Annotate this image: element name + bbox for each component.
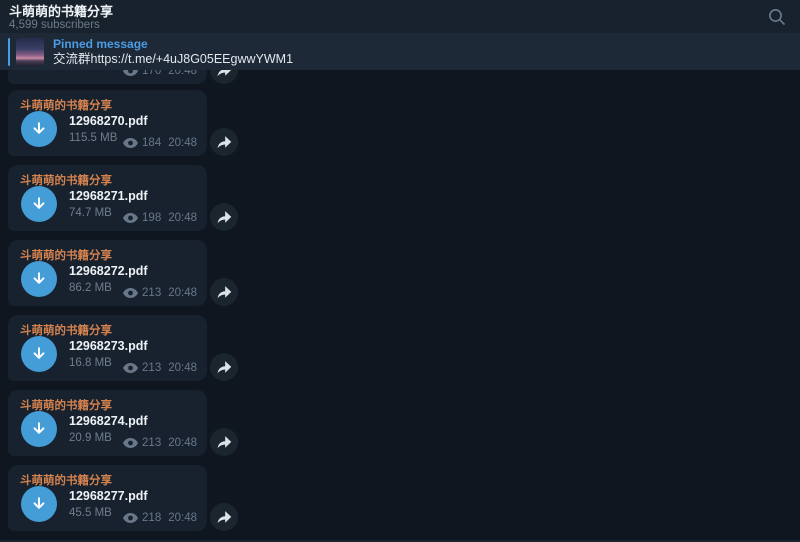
message-meta: 198 20:48 [123, 212, 197, 224]
file-name[interactable]: 12968271.pdf [69, 189, 148, 203]
channel-title: 斗萌萌的书籍分享 [9, 4, 800, 19]
eye-icon [123, 363, 138, 373]
message: 斗萌萌的书籍分享 12968273.pdf 16.8 MB [8, 315, 248, 381]
telegram-window: { "header": { "title": "斗萌萌的书籍分享", "subs… [0, 0, 800, 542]
views-count: 213 [142, 437, 161, 449]
message-meta: 170 20:48 [123, 70, 197, 77]
pinned-text: 交流群https://t.me/+4uJ8G05EEgwwYWM1 [53, 52, 293, 67]
forward-icon [216, 360, 232, 375]
eye-icon [123, 288, 138, 298]
forward-icon [216, 435, 232, 450]
message-time: 20:48 [168, 287, 197, 299]
file-size: 86.2 MB [69, 282, 112, 294]
message-meta: 213 20:48 [123, 362, 197, 374]
pinned-indicator [8, 38, 10, 66]
message-time: 20:48 [168, 212, 197, 224]
message: 斗萌萌的书籍分享 12968277.pdf 45.5 MB [8, 465, 248, 531]
file-size: 74.7 MB [69, 207, 112, 219]
message-meta: 213 20:48 [123, 287, 197, 299]
message-meta: 218 20:48 [123, 512, 197, 524]
forward-button[interactable] [210, 353, 238, 381]
file-size: 16.8 MB [69, 357, 112, 369]
download-icon [29, 194, 49, 214]
file-name[interactable]: 12968273.pdf [69, 339, 148, 353]
message-meta: 213 20:48 [123, 437, 197, 449]
message-time: 20:48 [168, 512, 197, 524]
file-name[interactable]: 12968272.pdf [69, 264, 148, 278]
message: 斗萌萌的书籍分享 12968271.pdf 74.7 MB [8, 165, 248, 231]
eye-icon [123, 213, 138, 223]
views-count: 184 [142, 137, 161, 149]
message-bubble[interactable]: 170 20:48 [8, 70, 207, 84]
file-name[interactable]: 12968270.pdf [69, 114, 148, 128]
forward-icon [216, 70, 232, 78]
message-time: 20:48 [168, 362, 197, 374]
file-name[interactable]: 12968277.pdf [69, 489, 148, 503]
search-button[interactable] [766, 6, 788, 28]
forward-button[interactable] [210, 203, 238, 231]
download-icon [29, 269, 49, 289]
forward-icon [216, 510, 232, 525]
message-bubble[interactable]: 斗萌萌的书籍分享 12968271.pdf 74.7 MB [8, 165, 207, 231]
message-time: 20:48 [168, 137, 197, 149]
message: 斗萌萌的书籍分享 12968272.pdf 86.2 MB [8, 240, 248, 306]
views-count: 198 [142, 212, 161, 224]
forward-button[interactable] [210, 503, 238, 531]
download-button[interactable] [21, 261, 57, 297]
subscriber-count: 4,599 subscribers [9, 19, 800, 32]
message-list[interactable]: 170 20:48 斗萌萌的书籍分享 [0, 70, 800, 542]
message-time: 20:48 [168, 70, 197, 77]
download-icon [29, 119, 49, 139]
download-icon [29, 344, 49, 364]
download-button[interactable] [21, 486, 57, 522]
file-name[interactable]: 12968274.pdf [69, 414, 148, 428]
pinned-thumbnail [16, 38, 44, 66]
message-meta: 184 20:48 [123, 137, 197, 149]
views-count: 213 [142, 287, 161, 299]
forward-button[interactable] [210, 428, 238, 456]
download-button[interactable] [21, 111, 57, 147]
forward-button[interactable] [210, 278, 238, 306]
pinned-label: Pinned message [53, 37, 293, 52]
message-bubble[interactable]: 斗萌萌的书籍分享 12968277.pdf 45.5 MB [8, 465, 207, 531]
forward-icon [216, 135, 232, 150]
message-bubble[interactable]: 斗萌萌的书籍分享 12968274.pdf 20.9 MB [8, 390, 207, 456]
message-bubble[interactable]: 斗萌萌的书籍分享 12968273.pdf 16.8 MB [8, 315, 207, 381]
download-button[interactable] [21, 411, 57, 447]
views-count: 170 [142, 70, 161, 77]
download-icon [29, 494, 49, 514]
eye-icon [123, 438, 138, 448]
forward-icon [216, 210, 232, 225]
message-partial: 170 20:48 [8, 70, 248, 84]
message: 斗萌萌的书籍分享 12968270.pdf 115.5 MB [8, 90, 248, 156]
message: 斗萌萌的书籍分享 12968274.pdf 20.9 MB [8, 390, 248, 456]
message-time: 20:48 [168, 437, 197, 449]
message-bubble[interactable]: 斗萌萌的书籍分享 12968270.pdf 115.5 MB [8, 90, 207, 156]
eye-icon [123, 138, 138, 148]
pinned-message-bar[interactable]: Pinned message 交流群https://t.me/+4uJ8G05E… [0, 33, 800, 70]
eye-icon [123, 513, 138, 523]
download-button[interactable] [21, 186, 57, 222]
chat-header[interactable]: 斗萌萌的书籍分享 4,599 subscribers [0, 0, 800, 33]
forward-button[interactable] [210, 128, 238, 156]
forward-icon [216, 285, 232, 300]
file-size: 45.5 MB [69, 507, 112, 519]
file-size: 115.5 MB [69, 132, 117, 144]
views-count: 213 [142, 362, 161, 374]
file-size: 20.9 MB [69, 432, 112, 444]
eye-icon [123, 70, 138, 76]
download-button[interactable] [21, 336, 57, 372]
search-icon [768, 8, 786, 26]
message-bubble[interactable]: 斗萌萌的书籍分享 12968272.pdf 86.2 MB [8, 240, 207, 306]
views-count: 218 [142, 512, 161, 524]
download-icon [29, 419, 49, 439]
forward-button[interactable] [210, 70, 238, 84]
